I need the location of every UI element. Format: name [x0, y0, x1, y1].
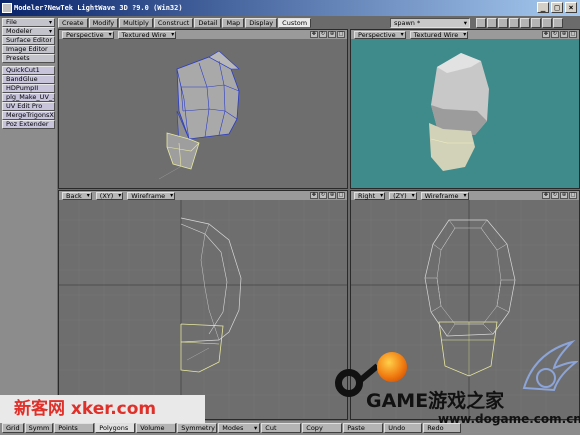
title-bar: Modeler?NewTek LightWave 3D ?9.0 (Win32)… [0, 0, 580, 16]
paste-button[interactable]: Paste [343, 423, 384, 433]
view-type-select[interactable]: Perspective [354, 30, 406, 39]
spawn-select[interactable]: spawn * [390, 18, 470, 28]
layer-icons [476, 18, 563, 28]
toolbar-sidebar: File Modeler Surface Editor Image Editor… [0, 18, 57, 418]
layer-toggle-icon[interactable] [509, 18, 519, 28]
app-icon [2, 3, 12, 13]
modeler-menu[interactable]: Modeler [2, 27, 55, 36]
cut-button[interactable]: Cut [261, 423, 302, 433]
tab-custom[interactable]: Custom [278, 18, 312, 28]
image-editor-button[interactable]: Image Editor [2, 45, 55, 54]
view-type-select[interactable]: Back [62, 191, 92, 200]
plugin-bandglue-button[interactable]: BandGlue [2, 75, 55, 84]
rotate-view-icon[interactable]: ↻ [551, 192, 559, 199]
tab-multiply[interactable]: Multiply [119, 18, 153, 28]
move-view-icon[interactable]: ✥ [310, 31, 318, 38]
zoom-view-icon[interactable]: ⊕ [328, 192, 336, 199]
zoom-view-icon[interactable]: ⊕ [328, 31, 336, 38]
move-view-icon[interactable]: ✥ [542, 31, 550, 38]
dogame-logo-dot [377, 352, 407, 382]
layer-toggle-icon[interactable] [498, 18, 508, 28]
rotate-view-icon[interactable]: ↻ [551, 31, 559, 38]
axis-select[interactable]: (ZY) [389, 191, 417, 200]
watermark-xker: 新客网 xker.com [0, 395, 205, 423]
move-view-icon[interactable]: ✥ [310, 192, 318, 199]
tab-create[interactable]: Create [58, 18, 88, 28]
presets-button[interactable]: Presets [2, 54, 55, 63]
polygons-mode-button[interactable]: Polygons [95, 423, 136, 433]
window-title: Modeler?NewTek LightWave 3D ?9.0 (Win32) [14, 4, 183, 12]
layer-toggle-icon[interactable] [487, 18, 497, 28]
zoom-view-icon[interactable]: ⊕ [560, 31, 568, 38]
maximize-view-icon[interactable]: □ [569, 31, 577, 38]
volume-mode-button[interactable]: Volume [136, 423, 177, 433]
undo-button[interactable]: Undo [384, 423, 423, 433]
rotate-view-icon[interactable]: ↻ [319, 192, 327, 199]
render-mode-select[interactable]: Wireframe [127, 191, 176, 200]
plugin-make-uv-button[interactable]: plg_Make_UV_... [2, 93, 55, 102]
plugin-uv-edit-pro-button[interactable]: UV Edit Pro [2, 102, 55, 111]
layer-toggle-icon[interactable] [531, 18, 541, 28]
modes-select[interactable]: Modes [218, 423, 261, 433]
viewport-header: Perspective Textured Wire ✥↻⊕□ [351, 30, 579, 39]
viewport-perspective-right[interactable]: Perspective Textured Wire ✥↻⊕□ [350, 29, 580, 189]
tab-map[interactable]: Map [222, 18, 245, 28]
viewport-header: Right (ZY) Wireframe ✥↻⊕□ [351, 191, 579, 200]
view-type-select[interactable]: Right [354, 191, 386, 200]
view-type-select[interactable]: Perspective [62, 30, 114, 39]
viewport-perspective-left[interactable]: Perspective Textured Wire ✥↻⊕□ [58, 29, 348, 189]
plugin-poz-extender-button[interactable]: Poz Extender [2, 120, 55, 129]
zoom-view-icon[interactable]: ⊕ [560, 192, 568, 199]
grid-button[interactable]: Grid [2, 423, 24, 433]
symm-button[interactable]: Symm [24, 423, 54, 433]
file-menu[interactable]: File [2, 18, 55, 27]
dogame-logo-icon [335, 369, 363, 397]
watermark-game: GAME游戏之家 [366, 390, 505, 412]
plugin-hdpump-button[interactable]: HDPumpII [2, 84, 55, 93]
surface-editor-button[interactable]: Surface Editor [2, 36, 55, 45]
tab-detail[interactable]: Detail [194, 18, 222, 28]
minimize-button[interactable]: _ [537, 2, 549, 13]
move-view-icon[interactable]: ✥ [542, 192, 550, 199]
render-mode-select[interactable]: Textured Wire [117, 30, 177, 39]
copy-button[interactable]: Copy [302, 423, 343, 433]
tab-display[interactable]: Display [245, 18, 278, 28]
plugin-merge-trigons-button[interactable]: MergeTrigonsX [2, 111, 55, 120]
symmetry-button[interactable]: Symmetry [177, 423, 218, 433]
tab-construct[interactable]: Construct [153, 18, 194, 28]
layer-toggle-icon[interactable] [476, 18, 486, 28]
tab-modify[interactable]: Modify [88, 18, 119, 28]
menu-tabs: Create Modify Multiply Construct Detail … [58, 18, 312, 28]
maximize-view-icon[interactable]: □ [569, 192, 577, 199]
maximize-button[interactable]: □ [551, 2, 563, 13]
layer-toggle-icon[interactable] [542, 18, 552, 28]
window-controls: _ □ × [537, 2, 577, 13]
model-wireframe [158, 50, 240, 180]
watermark-url: www.dogame.com.cn [438, 412, 580, 426]
maximize-view-icon[interactable]: □ [337, 31, 345, 38]
model-textured [429, 53, 489, 171]
back-view-wireframe [59, 200, 347, 419]
viewport-header: Back (XY) Wireframe ✥↻⊕□ [59, 191, 347, 200]
layer-toggle-icon[interactable] [520, 18, 530, 28]
points-mode-button[interactable]: Points [54, 423, 95, 433]
plugin-quickcut-button[interactable]: QuickCut1 [2, 66, 55, 75]
viewport-header: Perspective Textured Wire ✥↻⊕□ [59, 30, 347, 39]
render-mode-select[interactable]: Textured Wire [409, 30, 469, 39]
layer-toggle-icon[interactable] [553, 18, 563, 28]
viewport-back[interactable]: Back (XY) Wireframe ✥↻⊕□ [58, 190, 348, 420]
maximize-view-icon[interactable]: □ [337, 192, 345, 199]
rotate-view-icon[interactable]: ↻ [319, 31, 327, 38]
render-mode-select[interactable]: Wireframe [420, 191, 469, 200]
axis-select[interactable]: (XY) [95, 191, 124, 200]
wing-logo-icon [522, 339, 578, 392]
close-button[interactable]: × [565, 2, 577, 13]
